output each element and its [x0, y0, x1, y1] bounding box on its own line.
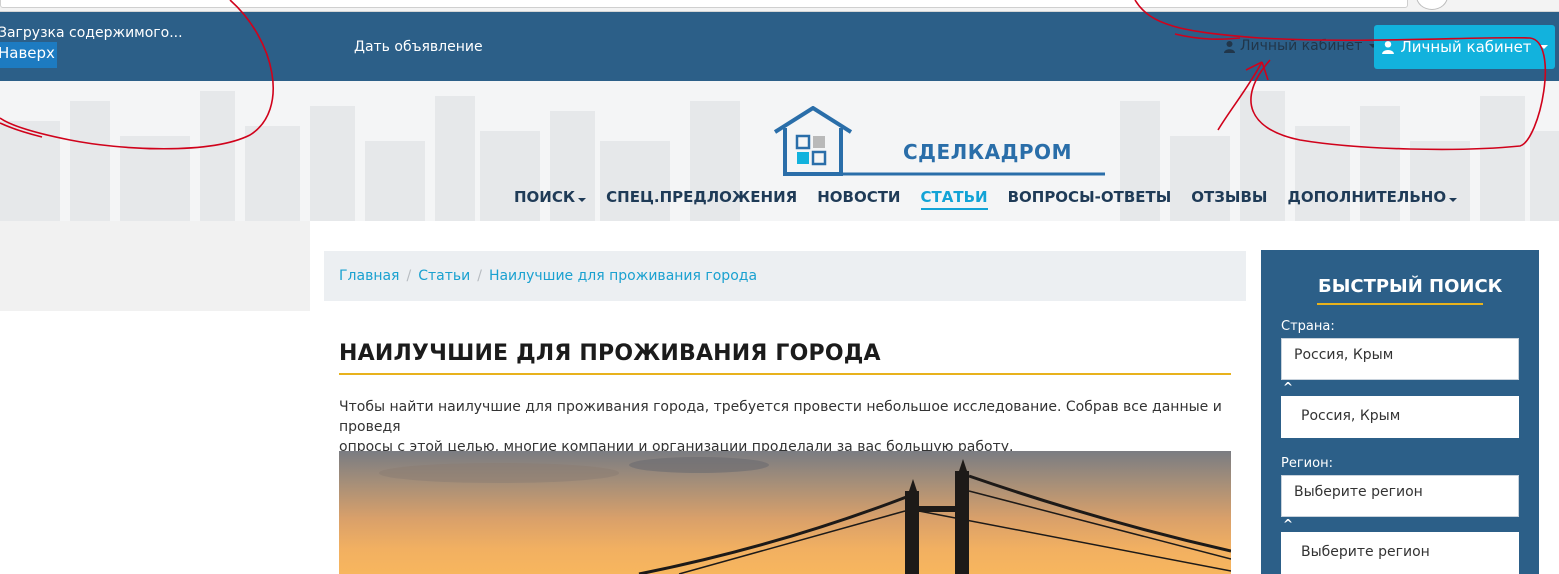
region-select[interactable]: Выберите регион — [1281, 532, 1519, 574]
nav-item-search[interactable]: ПОИСК — [514, 188, 587, 210]
article-intro: Чтобы найти наилучшие для проживания гор… — [339, 397, 1231, 457]
page-title: НАИЛУЧШИЕ ДЛЯ ПРОЖИВАНИЯ ГОРОДА — [339, 341, 881, 366]
chevron-down-icon — [1539, 45, 1548, 49]
country-select[interactable]: Россия, Крым — [1281, 396, 1519, 438]
nav-item-label: ДОПОЛНИТЕЛЬНО — [1287, 188, 1447, 206]
quick-search-panel: БЫСТРЫЙ ПОИСК Страна: Россия, Крым ^ Рос… — [1261, 250, 1539, 574]
collapse-toggle-icon[interactable]: ^ — [1283, 380, 1293, 394]
post-ad-link[interactable]: Дать объявление — [354, 39, 483, 55]
country-label: Страна: — [1281, 319, 1335, 334]
page: Загрузка содержимого... Наверх Дать объя… — [0, 0, 1559, 574]
main-nav: ПОИСК СПЕЦ.ПРЕДЛОЖЕНИЯ НОВОСТИ СТАТЬИ ВО… — [514, 188, 1458, 210]
country-field[interactable]: Россия, Крым — [1281, 338, 1519, 380]
nav-item-reviews[interactable]: ОТЗЫВЫ — [1191, 188, 1267, 210]
breadcrumb-current[interactable]: Наилучшие для проживания города — [489, 268, 757, 284]
browser-menu-button[interactable] — [1416, 0, 1448, 10]
quick-search-underline — [1317, 303, 1483, 305]
nav-item-label: ПОИСК — [514, 188, 576, 206]
collapse-toggle-icon[interactable]: ^ — [1283, 517, 1293, 531]
nav-item-more[interactable]: ДОПОЛНИТЕЛЬНО — [1287, 188, 1458, 210]
title-underline — [339, 373, 1231, 375]
article-intro-line: Чтобы найти наилучшие для проживания гор… — [339, 399, 1222, 435]
cabinet-button[interactable]: Личный кабинет — [1374, 25, 1555, 69]
user-icon — [1224, 40, 1235, 53]
chevron-down-icon — [578, 198, 587, 202]
region-label: Регион: — [1281, 456, 1333, 471]
nav-item-news[interactable]: НОВОСТИ — [817, 188, 900, 210]
region-field[interactable]: Выберите регион — [1281, 475, 1519, 517]
breadcrumb-separator: / — [477, 268, 482, 284]
nav-item-faq[interactable]: ВОПРОСЫ-ОТВЕТЫ — [1008, 188, 1172, 210]
loading-text: Загрузка содержимого... — [0, 25, 183, 41]
nav-item-articles[interactable]: СТАТЬИ — [920, 188, 988, 210]
cabinet-link-label: Личный кабинет — [1240, 38, 1363, 54]
chevron-down-icon — [1449, 198, 1458, 202]
breadcrumb-articles[interactable]: Статьи — [418, 268, 470, 284]
cabinet-button-label: Личный кабинет — [1400, 38, 1532, 56]
cabinet-link[interactable]: Личный кабинет — [1223, 38, 1378, 54]
article-image-bridge — [339, 451, 1231, 574]
breadcrumb-separator: / — [406, 268, 412, 284]
breadcrumb-home[interactable]: Главная — [339, 268, 399, 284]
nav-item-special-offers[interactable]: СПЕЦ.ПРЕДЛОЖЕНИЯ — [606, 188, 797, 210]
logo-text: СДЕЛКАДРОМ — [903, 140, 1072, 164]
back-to-top-button[interactable]: Наверх — [0, 42, 57, 68]
user-icon — [1382, 41, 1395, 54]
breadcrumb: Главная / Статьи / Наилучшие для прожива… — [324, 251, 1246, 301]
bridge-silhouette — [379, 457, 1231, 574]
quick-search-title: БЫСТРЫЙ ПОИСК — [1318, 276, 1503, 297]
top-bar: Загрузка содержимого... Наверх Дать объя… — [0, 12, 1559, 81]
browser-address-strip — [0, 0, 1559, 12]
address-bar[interactable] — [0, 0, 1408, 8]
